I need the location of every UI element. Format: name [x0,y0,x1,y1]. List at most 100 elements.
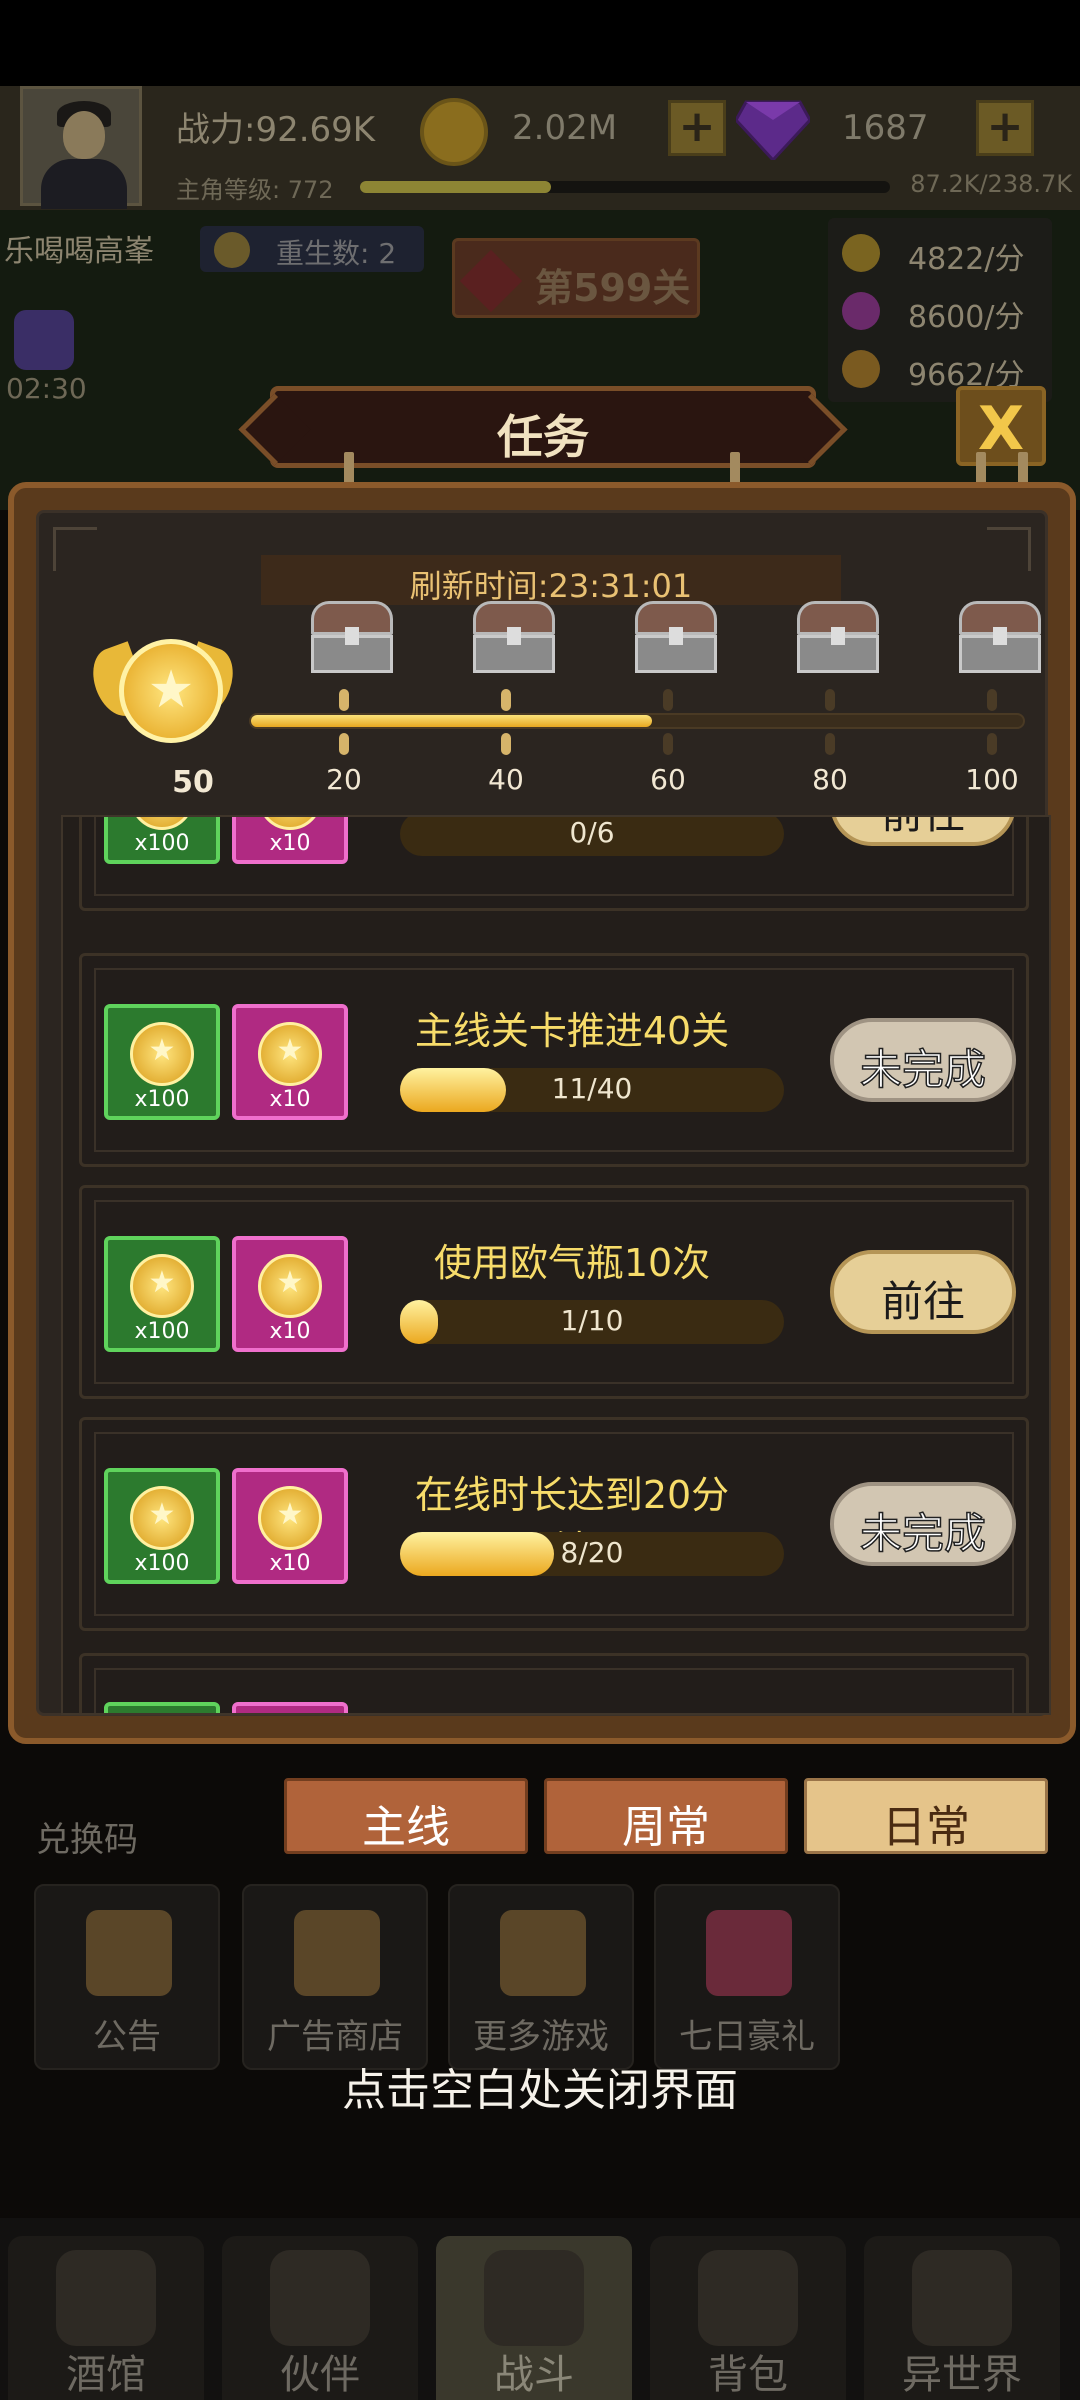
corner-ornament [987,527,1031,571]
skill-timer: 02:30 [6,372,87,405]
reward-coin-icon [130,1022,194,1086]
cart-icon [294,1910,380,1996]
redeem-code-label[interactable]: 兑换码 [36,1812,138,1861]
reward-coin-icon [258,1254,322,1318]
reward-pink[interactable]: x10 [232,1236,348,1352]
task-progress-text: 1/10 [560,1304,624,1337]
rebirth-counter: 重生数: 2 [200,226,424,272]
reward-green[interactable]: x100 [104,1468,220,1584]
task-card: x100 x10 使用欧气瓶10次 1/10 前往 [79,1185,1029,1399]
chest-lock [993,627,1007,645]
nav-tavern[interactable]: 酒馆 [8,2236,204,2400]
exp-bar [360,181,890,193]
task-progress-bar: 8/20 [400,1532,784,1576]
backpack-icon [698,2250,798,2346]
medal-disc: ★ [119,639,223,743]
add-gem-button[interactable]: + [976,100,1034,156]
soul-rate-icon [842,350,880,388]
chest-lock [345,627,359,645]
reward-pink[interactable]: x10 [232,1004,348,1120]
reward-green[interactable]: x100 [104,1004,220,1120]
reward-qty: x10 [269,1319,311,1344]
reward-qty: x10 [269,831,311,856]
reward-qty: x10 [269,1551,311,1576]
menu-ad-shop-label: 广告商店 [267,2017,403,2057]
task-panel: 刷新时间:23:31:01 20 40 60 80 100 ★ 50 ★ x10… [8,482,1076,1744]
menu-notice-label: 公告 [93,2017,161,2057]
menu-more-games[interactable]: 更多游戏 [448,1884,634,2070]
menu-seven-day-gift[interactable]: 七日豪礼 [654,1884,840,2070]
add-gold-button[interactable]: + [668,100,726,156]
task-incomplete-button[interactable]: 未完成 [830,1482,1016,1566]
combat-power: 战力:92.69K [176,110,376,150]
skill-orb-icon[interactable] [14,310,74,370]
milestone-tick [825,733,835,755]
tab-main-line[interactable]: 主线 [284,1778,528,1854]
task-go-button[interactable]: 前往 [830,817,1016,846]
reward-green[interactable] [104,1702,220,1713]
nav-battle[interactable]: 战斗 [436,2236,632,2400]
gold-coin-icon [420,98,488,166]
reward-pink[interactable]: x10 [232,817,348,864]
rebirth-text: 重生数: 2 [276,237,397,270]
milestone-tick [825,689,835,711]
milestone-chest-icon[interactable] [635,601,717,673]
tab-weekly[interactable]: 周常 [544,1778,788,1854]
avatar-head [63,111,105,159]
milestone-chest-icon[interactable] [473,601,555,673]
task-incomplete-button[interactable]: 未完成 [830,1018,1016,1102]
reward-qty: x100 [134,831,190,856]
tab-label: 主线 [362,1802,450,1853]
task-progress-bar: 11/40 [400,1068,784,1112]
tab-label: 周常 [622,1802,710,1853]
milestone-chest-icon[interactable] [797,601,879,673]
reward-coin-icon [258,1022,322,1086]
gift-box-icon [706,1910,792,1996]
task-go-button[interactable]: 前往 [830,1250,1016,1334]
chest-lock [507,627,521,645]
hero-level: 主角等级: 772 [176,176,334,204]
reward-green[interactable]: x100 [104,1236,220,1352]
reward-qty: x10 [269,1087,311,1112]
task-progress-text: 8/20 [560,1536,624,1569]
stage-ornament-icon [459,249,523,313]
close-hint[interactable]: 点击空白处关闭界面 [0,2054,1080,2118]
milestone-tick [501,733,511,755]
status-bar [0,0,1080,86]
gold-amount: 2.02M [512,108,618,148]
exp-rate: 8600/分 [908,300,1025,335]
menu-ad-shop[interactable]: 广告商店 [242,1884,428,2070]
task-button-label: 前往 [834,817,1012,841]
close-button[interactable]: X [956,386,1046,466]
avatar-body [41,159,127,209]
reward-pink[interactable] [232,1702,348,1713]
nav-other-world[interactable]: 异世界 [864,2236,1060,2400]
rebirth-gear-icon [214,232,250,268]
task-card: x100 x10 在线时长达到20分钟 8/20 未完成 [79,1417,1029,1631]
purple-gem-icon [736,100,810,160]
activity-progress-bar [249,713,1025,729]
reward-green[interactable]: x100 [104,817,220,864]
milestone-tick [663,689,673,711]
portal-icon [912,2250,1012,2346]
milestone-label: 80 [812,763,848,796]
tab-label: 日常 [882,1802,970,1853]
milestone-chest-icon[interactable] [959,601,1041,673]
reward-pink[interactable]: x10 [232,1468,348,1584]
task-card: x100 x10 主线关卡推进40关 11/40 未完成 [79,953,1029,1167]
activity-points: 50 [172,765,214,800]
milestone-tick [987,689,997,711]
close-icon: X [977,394,1025,464]
menu-notice[interactable]: 公告 [34,1884,220,2070]
activity-medal-icon: ★ [84,633,242,753]
income-rates: 4822/分 8600/分 9662/分 [828,218,1052,402]
nav-backpack[interactable]: 背包 [650,2236,846,2400]
milestone-chest-icon[interactable] [311,601,393,673]
avatar[interactable] [20,86,142,209]
reward-coin-icon [258,1486,322,1550]
task-list[interactable]: x100 x10 0/6 前往 x100 [61,815,1051,1715]
tab-daily[interactable]: 日常 [804,1778,1048,1854]
reward-qty: x100 [134,1087,190,1112]
nav-partners[interactable]: 伙伴 [222,2236,418,2400]
task-panel-inner: 刷新时间:23:31:01 20 40 60 80 100 ★ 50 ★ x10… [36,510,1051,1716]
